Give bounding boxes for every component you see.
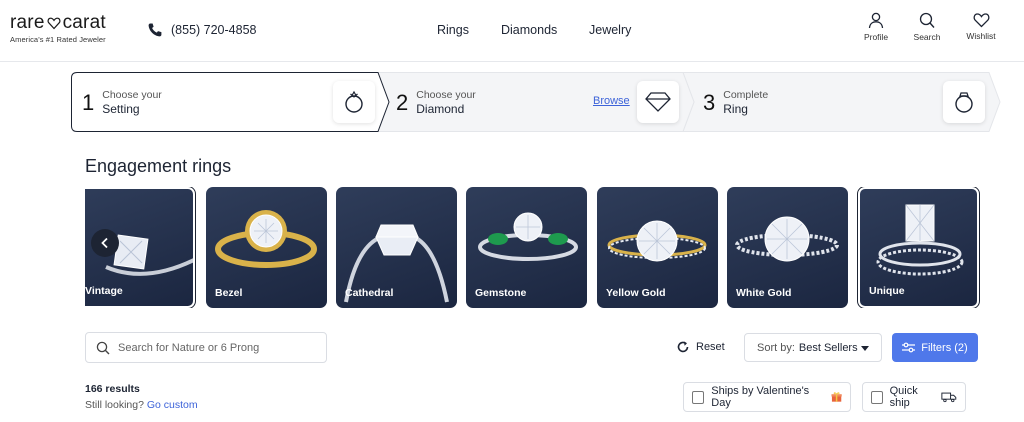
- wishlist-label: Wishlist: [966, 31, 996, 41]
- search-input[interactable]: [118, 341, 318, 354]
- search-button[interactable]: Search: [897, 12, 957, 42]
- heart-icon: [973, 13, 989, 28]
- chevron-down-icon: [861, 346, 869, 351]
- wishlist-button[interactable]: Wishlist: [951, 12, 1011, 41]
- sort-value: Best Sellers: [798, 341, 858, 354]
- filter-label: Ships by Valentine's Day: [711, 385, 810, 409]
- step-subtitle: Choose your: [102, 89, 162, 101]
- category-card-bezel[interactable]: Bezel: [206, 187, 327, 308]
- quick-ship-filter[interactable]: Quick ship: [862, 382, 966, 412]
- step-number: 2: [396, 89, 409, 115]
- checkbox[interactable]: [871, 390, 883, 404]
- category-label: Cathedral: [345, 287, 394, 299]
- diamond-icon: [637, 81, 679, 123]
- reset-icon: [677, 341, 689, 353]
- steps-background: [71, 72, 1001, 132]
- category-card-gemstone[interactable]: Gemstone: [466, 187, 587, 308]
- category-carousel: Vintage Bezel Cathedral Gemstone Yellow …: [85, 187, 980, 308]
- step-2-diamond[interactable]: 2 Choose your Diamond: [396, 89, 476, 116]
- nav-diamonds[interactable]: Diamonds: [501, 23, 557, 37]
- logo[interactable]: rare carat America's #1 Rated Jeweler: [10, 12, 106, 45]
- step-number: 3: [703, 89, 716, 115]
- page-title: Engagement rings: [85, 156, 232, 176]
- category-card-unique[interactable]: Unique: [857, 187, 980, 308]
- phone-number: (855) 720-4858: [171, 23, 257, 37]
- filter-label: Quick ship: [889, 385, 918, 409]
- step-3-complete[interactable]: 3 Complete Ring: [703, 89, 768, 116]
- category-card-yellow-gold[interactable]: Yellow Gold: [597, 187, 718, 308]
- build-ring-steps: 1 Choose your Setting 2 Choose your Diam…: [71, 72, 1001, 132]
- search-label: Search: [913, 32, 941, 42]
- category-card-white-gold[interactable]: White Gold: [727, 187, 848, 308]
- logo-text-rare: rare: [10, 12, 45, 33]
- category-label: Vintage: [85, 285, 123, 297]
- step-1-setting[interactable]: 1 Choose your Setting: [82, 89, 162, 116]
- results-count: 166 results: [85, 383, 140, 395]
- step-title: Setting: [102, 102, 140, 116]
- category-label: Unique: [869, 285, 905, 297]
- site-header: rare carat America's #1 Rated Jeweler (8…: [0, 0, 1024, 62]
- category-card-cathedral[interactable]: Cathedral: [336, 187, 457, 308]
- reset-label: Reset: [696, 341, 725, 353]
- filters-label: Filters (2): [921, 341, 968, 354]
- phone-link[interactable]: (855) 720-4858: [147, 22, 256, 38]
- category-label: Bezel: [215, 287, 243, 299]
- sort-prefix: Sort by:: [757, 341, 795, 354]
- step-title: Diamond: [416, 102, 465, 116]
- sliders-icon: [902, 342, 916, 353]
- step-title: Ring: [723, 102, 748, 116]
- category-label: White Gold: [736, 287, 792, 299]
- category-label: Gemstone: [475, 287, 527, 299]
- step-subtitle: Complete: [723, 89, 769, 101]
- search-icon: [919, 12, 935, 28]
- search-icon: [96, 341, 110, 354]
- go-custom-link[interactable]: Go custom: [147, 399, 198, 411]
- truck-icon: [941, 392, 957, 403]
- reset-button[interactable]: Reset: [676, 340, 725, 354]
- step-number: 1: [82, 89, 95, 115]
- ring-icon: [943, 81, 985, 123]
- gift-icon: [831, 392, 842, 402]
- chevron-left-icon: [101, 237, 108, 249]
- checkbox[interactable]: [692, 390, 705, 404]
- category-label: Yellow Gold: [606, 287, 666, 299]
- person-icon: [868, 12, 884, 29]
- results-summary: 166 results Still looking? Go custom: [85, 383, 198, 411]
- nav-rings[interactable]: Rings: [437, 23, 469, 37]
- nav-jewelry[interactable]: Jewelry: [589, 23, 631, 37]
- profile-label: Profile: [863, 32, 889, 42]
- ships-by-valentines-filter[interactable]: Ships by Valentine's Day: [683, 382, 851, 412]
- phone-icon: [148, 23, 162, 37]
- ring-setting-icon: [333, 81, 375, 123]
- carousel-prev-button[interactable]: [91, 229, 119, 257]
- filters-button[interactable]: Filters (2): [892, 333, 978, 362]
- ring-search-box[interactable]: [85, 332, 327, 363]
- diamond-heart-icon: [47, 17, 61, 30]
- sort-dropdown[interactable]: Sort by: Best Sellers: [744, 333, 882, 362]
- logo-tagline: America's #1 Rated Jeweler: [10, 35, 106, 44]
- browse-diamonds-link[interactable]: Browse: [593, 95, 630, 107]
- step-subtitle: Choose your: [416, 89, 476, 101]
- still-looking-text: Still looking?: [85, 399, 144, 411]
- logo-text-carat: carat: [62, 12, 106, 33]
